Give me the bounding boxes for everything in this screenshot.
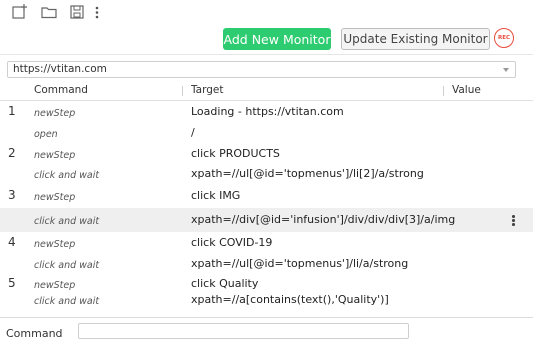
step-number: 3 xyxy=(8,188,16,202)
table-row[interactable]: 3 newStep click IMG xyxy=(0,185,533,208)
table-row[interactable]: 2 newStep click PRODUCTS xyxy=(0,143,533,163)
row-target: / xyxy=(191,126,195,139)
column-target: Target xyxy=(191,84,224,96)
row-command: newStep xyxy=(34,192,76,203)
row-target: xpath=//div[@id='infusion']/div/div/div[… xyxy=(191,213,456,226)
column-divider[interactable] xyxy=(443,86,444,96)
table-header: Command Target Value xyxy=(0,82,533,101)
step-number: 2 xyxy=(8,146,16,160)
step-number: 1 xyxy=(8,104,16,118)
record-button[interactable]: REC xyxy=(494,28,514,48)
row-command: click and wait xyxy=(34,296,100,307)
save-icon[interactable] xyxy=(68,3,86,21)
command-table: 1 newStep Loading - https://vtitan.com o… xyxy=(0,101,533,313)
row-target: click PRODUCTS xyxy=(191,147,280,160)
command-input[interactable] xyxy=(78,323,409,339)
chevron-down-icon[interactable] xyxy=(503,68,509,72)
row-command: newStep xyxy=(34,108,76,119)
table-row[interactable]: click and wait xpath=//a[contains(text()… xyxy=(0,293,533,313)
base-url-value: https://vtitan.com xyxy=(13,63,107,75)
action-bar: Add New Monitor Update Existing Monitor … xyxy=(0,28,533,52)
table-row[interactable]: click and wait xpath=//ul[@id='topmenus'… xyxy=(0,163,533,185)
step-number: 5 xyxy=(8,276,16,290)
row-target: click IMG xyxy=(191,189,241,202)
row-command: newStep xyxy=(34,239,76,250)
row-target: xpath=//ul[@id='topmenus']/li[2]/a/stron… xyxy=(191,167,424,180)
row-command: open xyxy=(34,129,58,140)
divider xyxy=(0,54,533,55)
new-test-icon[interactable] xyxy=(11,3,29,21)
table-row-selected[interactable]: click and wait xpath=//div[@id='infusion… xyxy=(0,208,533,232)
toolbar xyxy=(0,0,533,24)
table-row[interactable]: 4 newStep click COVID-19 xyxy=(0,232,533,253)
row-command: click and wait xyxy=(34,260,100,271)
table-row[interactable]: 5 newStep click Quality xyxy=(0,273,533,293)
row-target: Loading - https://vtitan.com xyxy=(191,105,344,118)
column-value: Value xyxy=(452,84,481,96)
table-row[interactable]: 1 newStep Loading - https://vtitan.com xyxy=(0,101,533,122)
open-folder-icon[interactable] xyxy=(40,3,58,21)
row-target: xpath=//ul[@id='topmenus']/li/a/strong xyxy=(191,257,409,270)
more-vertical-icon[interactable] xyxy=(94,3,100,21)
divider xyxy=(0,317,533,318)
add-new-monitor-button[interactable]: Add New Monitor xyxy=(223,28,331,50)
table-row[interactable]: open / xyxy=(0,122,533,143)
table-row[interactable]: click and wait xpath=//ul[@id='topmenus'… xyxy=(0,253,533,273)
row-target: click COVID-19 xyxy=(191,236,273,249)
row-command: newStep xyxy=(34,280,76,291)
update-existing-monitor-button[interactable]: Update Existing Monitor xyxy=(341,28,490,50)
column-divider[interactable] xyxy=(182,86,183,96)
base-url-select[interactable]: https://vtitan.com xyxy=(7,61,516,78)
row-target: click Quality xyxy=(191,277,259,290)
column-command: Command xyxy=(34,84,88,96)
step-number: 4 xyxy=(8,235,16,249)
command-editor-label: Command xyxy=(6,327,63,340)
row-target: xpath=//a[contains(text(),'Quality')] xyxy=(191,293,389,306)
row-command: newStep xyxy=(34,150,76,161)
row-command: click and wait xyxy=(34,170,100,181)
row-command: click and wait xyxy=(34,216,100,227)
row-more-icon[interactable] xyxy=(512,215,516,227)
